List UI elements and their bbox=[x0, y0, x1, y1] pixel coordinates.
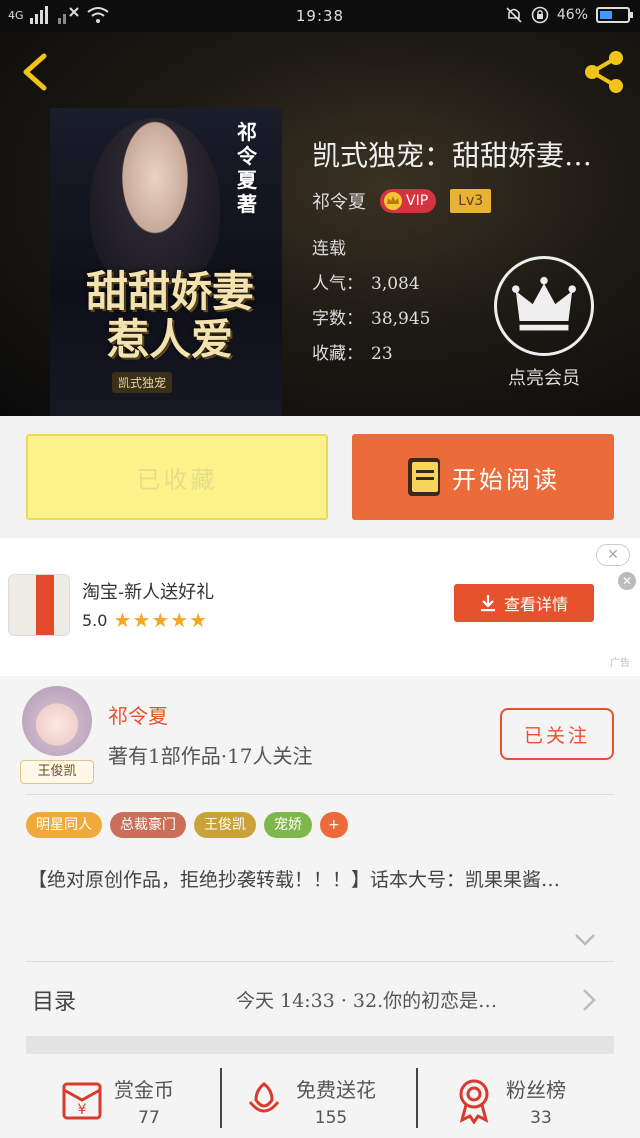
ad-title: 淘宝-新人送好礼 bbox=[82, 582, 215, 603]
medal-icon bbox=[459, 1079, 489, 1124]
action-bar: 已收藏 开始阅读 bbox=[0, 416, 640, 538]
ad-dismiss-icon[interactable]: ✕ bbox=[618, 572, 636, 590]
ad-close-button[interactable]: ✕ bbox=[596, 544, 630, 566]
chevron-down-icon[interactable] bbox=[574, 932, 596, 948]
ad-banner[interactable]: ✕ ✕ 淘宝-新人送好礼 5.0 ★★★★★ 查看详情 广告 bbox=[0, 538, 640, 676]
lock-rotation-icon bbox=[531, 6, 549, 24]
tag-item[interactable]: 明星同人 bbox=[26, 812, 102, 838]
cover-subtitle: 凯式独宠 bbox=[112, 372, 173, 393]
add-tag-button[interactable]: + bbox=[320, 812, 348, 838]
status-right: 46% bbox=[505, 6, 633, 24]
ad-tag: 广告 bbox=[610, 658, 630, 669]
vip-label: VIP bbox=[406, 193, 429, 209]
share-icon[interactable] bbox=[580, 48, 628, 96]
start-reading-button[interactable]: 开始阅读 bbox=[352, 434, 614, 520]
reward-coin-icon: ¥ bbox=[62, 1082, 102, 1120]
chevron-right-icon bbox=[583, 989, 596, 1011]
battery-percent: 46% bbox=[556, 7, 588, 23]
vip-crown-icon[interactable] bbox=[494, 256, 594, 356]
section-divider bbox=[26, 1036, 614, 1054]
author-row: 祁令夏 VIP Lv3 bbox=[312, 188, 492, 214]
bottom-bar-label: 赏金币 bbox=[114, 1078, 174, 1102]
stat-favorites: 收藏： 23 bbox=[312, 344, 393, 364]
send-flower-button[interactable]: 免费送花 155 bbox=[240, 1068, 430, 1138]
flower-icon bbox=[248, 1082, 280, 1113]
bottom-bar-count: 77 bbox=[138, 1108, 160, 1128]
tag-item[interactable]: 总裁豪门 bbox=[110, 812, 186, 838]
book-hero: 祁令夏著 甜甜娇妻惹人爱 凯式独宠 凯式独宠：甜甜娇妻… 祁令夏 VIP Lv3… bbox=[0, 32, 640, 416]
book-description: 【绝对原创作品，拒绝抄袭转载！！！】话本大号：凯果果酱… bbox=[28, 869, 561, 891]
stat-wordcount: 字数： 38,945 bbox=[312, 309, 431, 329]
bottom-bar-divider bbox=[416, 1068, 418, 1128]
book-author[interactable]: 祁令夏 bbox=[312, 188, 366, 214]
bottom-bar-count: 155 bbox=[314, 1108, 348, 1128]
cover-portrait bbox=[90, 118, 220, 288]
level-badge: Lv3 bbox=[450, 189, 492, 213]
vip-cta[interactable]: 点亮会员 bbox=[474, 364, 614, 390]
star-icon: ★★★★★ bbox=[113, 608, 209, 632]
ad-thumbnail bbox=[8, 574, 70, 636]
book-stats: 连载 人气： 3,084 字数： 38,945 收藏： 23 bbox=[312, 232, 430, 372]
cover-author: 祁令夏著 bbox=[237, 120, 257, 216]
ad-details-label: 查看详情 bbox=[503, 595, 568, 614]
toc-label: 目录 bbox=[32, 990, 77, 1015]
ad-details-button[interactable]: 查看详情 bbox=[454, 584, 594, 622]
start-reading-label: 开始阅读 bbox=[452, 465, 560, 494]
tag-item[interactable]: 王俊凯 bbox=[194, 812, 256, 838]
download-icon bbox=[480, 595, 495, 612]
divider bbox=[26, 961, 614, 962]
divider bbox=[26, 794, 614, 795]
toc-latest-chapter: 今天 14:33 · 32.你的初恋是… bbox=[236, 990, 498, 1012]
bottom-bar-divider bbox=[220, 1068, 222, 1128]
back-arrow-icon[interactable] bbox=[18, 52, 54, 92]
book-cover[interactable]: 祁令夏著 甜甜娇妻惹人爱 凯式独宠 bbox=[50, 108, 282, 416]
crown-icon bbox=[384, 192, 402, 210]
bottom-bar-label: 粉丝榜 bbox=[506, 1078, 566, 1102]
ad-rating: 5.0 ★★★★★ bbox=[82, 608, 208, 632]
mute-icon bbox=[506, 7, 522, 23]
stat-popularity: 人气： 3,084 bbox=[312, 274, 420, 294]
avatar-tag: 王俊凯 bbox=[20, 760, 94, 784]
battery-fill bbox=[600, 11, 612, 19]
cover-title: 甜甜娇妻惹人爱 bbox=[85, 267, 254, 364]
book-status: 连载 bbox=[312, 239, 346, 259]
author-name[interactable]: 祁令夏 bbox=[108, 700, 168, 729]
tag-item[interactable]: 宠娇 bbox=[264, 812, 312, 838]
table-of-contents[interactable]: 目录 今天 14:33 · 32.你的初恋是… bbox=[26, 966, 614, 1032]
bottom-bar-count: 33 bbox=[530, 1108, 552, 1128]
fan-rank-button[interactable]: 粉丝榜 33 bbox=[450, 1068, 640, 1138]
svg-text:¥: ¥ bbox=[78, 1102, 87, 1118]
book-title: 凯式独宠：甜甜娇妻… bbox=[312, 139, 593, 172]
bottom-bar: ¥ 赏金币 77 免费送花 155 粉丝榜 33 bbox=[0, 1068, 640, 1138]
follow-button[interactable]: 已关注 bbox=[500, 708, 614, 760]
avatar[interactable] bbox=[22, 686, 92, 756]
vip-badge: VIP bbox=[380, 189, 437, 213]
bottom-bar-label: 免费送花 bbox=[296, 1078, 376, 1102]
author-section: 王俊凯 祁令夏 著有1部作品·17人关注 已关注 明星同人 总裁豪门 王俊凯 宠… bbox=[0, 676, 640, 1138]
ad-rating-value: 5.0 bbox=[82, 610, 108, 630]
collected-button[interactable]: 已收藏 bbox=[26, 434, 328, 520]
status-bar: 4G 19:38 46% bbox=[0, 0, 640, 32]
book-icon bbox=[408, 458, 440, 496]
tag-list: 明星同人 总裁豪门 王俊凯 宠娇 + bbox=[26, 812, 348, 838]
battery-icon bbox=[596, 7, 633, 23]
author-info: 著有1部作品·17人关注 bbox=[108, 744, 313, 768]
